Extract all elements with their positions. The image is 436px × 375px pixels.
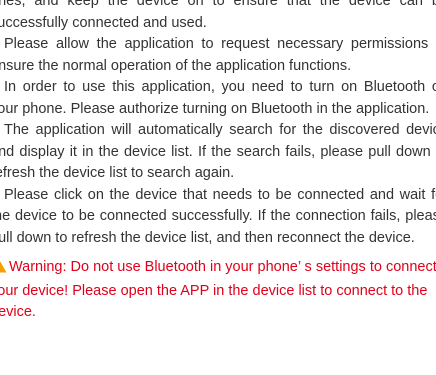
instructions-page: ones, and keep the device on to ensure t… — [0, 0, 436, 375]
instructions-content: ones, and keep the device on to ensure t… — [0, 0, 436, 324]
instruction-paragraph-power: ones, and keep the device on to ensure t… — [0, 0, 436, 34]
warning-text: Warning: Do not use Bluetooth in your ph… — [0, 259, 436, 320]
bluetooth-warning: Warning: Do not use Bluetooth in your ph… — [0, 257, 436, 324]
instruction-paragraph-permissions: Please allow the application to request … — [0, 34, 436, 77]
instruction-paragraph-bluetooth: In order to use this application, you ne… — [0, 77, 436, 120]
paragraph-text: In order to use this application, you ne… — [0, 79, 436, 117]
instruction-paragraph-search: The application will automatically searc… — [0, 120, 436, 185]
paragraph-text: The application will automatically searc… — [0, 122, 436, 181]
paragraph-text: ones, and keep the device on to ensure t… — [0, 0, 436, 31]
warning-triangle-icon — [0, 258, 7, 281]
paragraph-text: Please allow the application to request … — [0, 36, 436, 74]
instruction-paragraph-connect: Please click on the device that needs to… — [0, 185, 436, 250]
paragraph-text: Please click on the device that needs to… — [0, 186, 436, 246]
